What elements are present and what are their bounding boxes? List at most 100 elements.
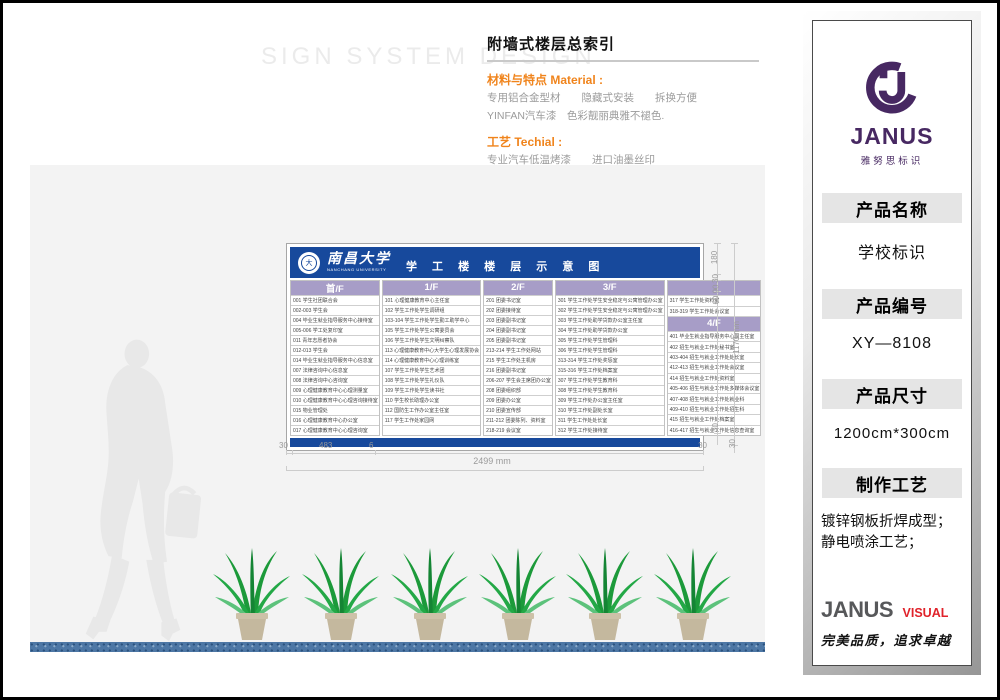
floor-room-cell: 306 学生工作处学生管理科 [556, 346, 664, 355]
floor-room-cell: 016 心理健康教育中心办公室 [291, 416, 379, 425]
sign-title: 学 工 楼 楼 层 示 意 图 [406, 251, 605, 274]
floor-column: 3/F301 学生工作处学生安全稳定与公寓管理办公室302 学生工作处学生安全稳… [555, 280, 665, 436]
floor-room-cell: 010 心理健康教育中心心理咨询接待室 [291, 396, 379, 405]
dim-label: 30 [728, 439, 737, 448]
floor-header-cell: 2/F [484, 281, 552, 295]
dim-label: 30 [711, 274, 720, 283]
floor-room-cell: 108 学生工作处学生礼仪队 [383, 376, 480, 385]
sheet-title: 附墙式楼层总索引 [487, 33, 765, 54]
brand-subtitle: 雅努思标识 [861, 153, 924, 167]
floor-room-cell: 216 团委副书记室 [484, 366, 552, 375]
floor-room-cell: 012-013 学生会 [291, 346, 379, 355]
floor-room-cell: 009 心理健康教育中心心理测量室 [291, 386, 379, 395]
floor-room-cell: 218-219 会议室 [484, 426, 552, 435]
floor-room-cell: 008 法律咨询中心咨询室 [291, 376, 379, 385]
product-code-section: 产品编号 XY—8108 [825, 289, 959, 353]
product-size-section: 产品尺寸 1200cm*300cm [825, 379, 959, 442]
total-width-label: 2499 mm [273, 456, 711, 466]
floor-room-cell: 204 团委副书记室 [484, 326, 552, 335]
product-name-value: 学校标识 [858, 239, 926, 263]
section-label: 制作工艺 [822, 468, 962, 498]
technique-label: 工艺 Techial : [487, 133, 765, 150]
floor-column: 1/F101 心理健康教育中心主任室102 学生工作处学生调研组103-104 … [382, 280, 481, 436]
floor-room-cell: 201 团委书记室 [484, 296, 552, 305]
floor-room-cell: 004 毕业生就业指导服务中心接待室 [291, 316, 379, 325]
university-seal-icon: 大 [298, 252, 320, 274]
footer-slogan: 完美品质，追求卓越 [821, 630, 963, 649]
floor-room-cell: 309 学生工作处办公室主任室 [556, 396, 664, 405]
floor-room-cell: 305 学生工作处学生管理科 [556, 336, 664, 345]
footer-brand: JANUS [821, 597, 893, 622]
floor-room-cell: 114 心理健康教育中心心理训练室 [383, 356, 480, 365]
floor-room-cell: 001 学生社团联合会 [291, 296, 379, 305]
floor-room-cell: 203 团委副书记室 [484, 316, 552, 325]
floor-room-cell: 210 团委宣传部 [484, 406, 552, 415]
floor-header-cell: 3/F [556, 281, 664, 295]
plant [299, 547, 383, 643]
dim-label: 30 [279, 441, 288, 450]
floor-room-cell: 209 团委办公室 [484, 396, 552, 405]
dim-label: 180 [710, 251, 719, 264]
horizontal-dimensions: 30 483 6 30 2499 mm [273, 441, 711, 475]
janus-logo-icon [861, 55, 923, 117]
floor-room-cell: 213-214 学生工作处网站 [484, 346, 552, 355]
university-name: 南昌大学 [327, 253, 391, 267]
floor-room-cell: 007 法律咨询中心信息室 [291, 366, 379, 375]
plant [388, 547, 472, 643]
floor-room-cell: 112 国防生工作办公室主任室 [383, 406, 480, 415]
floor-room-cell: 102 学生工作处学生调研组 [383, 306, 480, 315]
plant [651, 547, 735, 643]
product-panel: JANUS 雅努思标识 产品名称 学校标识 产品编号 XY—8108 产品尺寸 … [803, 11, 981, 675]
product-name-section: 产品名称 学校标识 [825, 193, 959, 263]
floor-header-cell: 首/F [291, 281, 379, 295]
floor-room-cell: 205 团委副书记室 [484, 336, 552, 345]
sign-header: 大 南昌大学 NANCHANG UNIVERSITY 学 工 楼 楼 层 示 意… [290, 247, 700, 278]
floor-room-cell: 002-003 学生会 [291, 306, 379, 315]
university-name-en: NANCHANG UNIVERSITY [327, 268, 391, 272]
floor-room-cell: 014 毕业生就业指导服务中心信息室 [291, 356, 379, 365]
floor-room-cell: 107 学生工作处学生艺术团 [383, 366, 480, 375]
floor-room-cell: 307 学生工作处学生教育科 [556, 376, 664, 385]
material-label: 材料与特点 Material : [487, 71, 765, 88]
floor-room-cell: 215 学生工作处主机房 [484, 356, 552, 365]
description-block: 附墙式楼层总索引 材料与特点 Material : 专用铝合金型材 隐藏式安装 … [487, 33, 765, 169]
dim-label: 30 [711, 423, 720, 432]
floor-room-cell: 310 学生工作处副处长室 [556, 406, 664, 415]
dim-label: 483 [319, 441, 332, 450]
floor-room-cell [383, 426, 480, 435]
floor-room-cell: 106 学生工作处学生文明纠察队 [383, 336, 480, 345]
floor-column: 首/F001 学生社团联合会002-003 学生会004 毕业生就业指导服务中心… [290, 280, 380, 436]
floor-room-cell: 303 学生工作处助学贷款办公室主任室 [556, 316, 664, 325]
floor-column: 2/F201 团委书记室202 团委接待室203 团委副书记室204 团委副书记… [483, 280, 553, 436]
floor-room-cell: 304 学生工作处助学贷款办公室 [556, 326, 664, 335]
person-silhouette [76, 333, 226, 645]
floor-room-cell: 206-207 学生会主席团办公室 [484, 376, 552, 385]
title-divider [487, 60, 759, 62]
dim-label: 30 [698, 441, 707, 450]
floor-room-cell: 315-316 学生工作处档案室 [556, 366, 664, 375]
brand-name: JANUS [851, 123, 934, 150]
design-sheet: SIGN SYSTEM DESIGN 附墙式楼层总索引 材料与特点 Materi… [0, 0, 1000, 700]
section-label: 产品尺寸 [822, 379, 962, 409]
floor-room-cell: 015 物业管理处 [291, 406, 379, 415]
floor-table: 首/F001 学生社团联合会002-003 学生会004 毕业生就业指导服务中心… [290, 280, 700, 436]
craft-section: 制作工艺 镀锌钢板折焊成型；静电喷涂工艺； [825, 468, 959, 554]
floor-room-cell: 312 学生工作处接待室 [556, 426, 664, 435]
floor-room-cell: 109 学生工作处学生读书社 [383, 386, 480, 395]
product-code-value: XY—8108 [852, 335, 932, 353]
floor-room-cell: 302 学生工作处学生安全稳定与公寓管理办公室 [556, 306, 664, 315]
floor-room-cell: 301 学生工作处学生安全稳定与公寓管理办公室 [556, 296, 664, 305]
plant [210, 547, 294, 643]
floor-header-cell: 1/F [383, 281, 480, 295]
material-line: 专用铝合金型材 隐藏式安装 拆换方便 [487, 91, 765, 106]
floor-room-cell: 208 团委组织部 [484, 386, 552, 395]
university-name-block: 南昌大学 NANCHANG UNIVERSITY [327, 253, 391, 272]
section-label: 产品名称 [822, 193, 962, 223]
floor-room-cell: 105 学生工作处学生公寓委员会 [383, 326, 480, 335]
floor-room-cell: 103-104 学生工作处学生勤工助学中心 [383, 316, 480, 325]
floor-room-cell: 101 心理健康教育中心主任室 [383, 296, 480, 305]
floor-room-cell: 005-006 学工处复印室 [291, 326, 379, 335]
plant [476, 547, 560, 643]
floor-room-cell: 311 学生工作处处长室 [556, 416, 664, 425]
floor-room-cell: 110 学生校长助理办公室 [383, 396, 480, 405]
